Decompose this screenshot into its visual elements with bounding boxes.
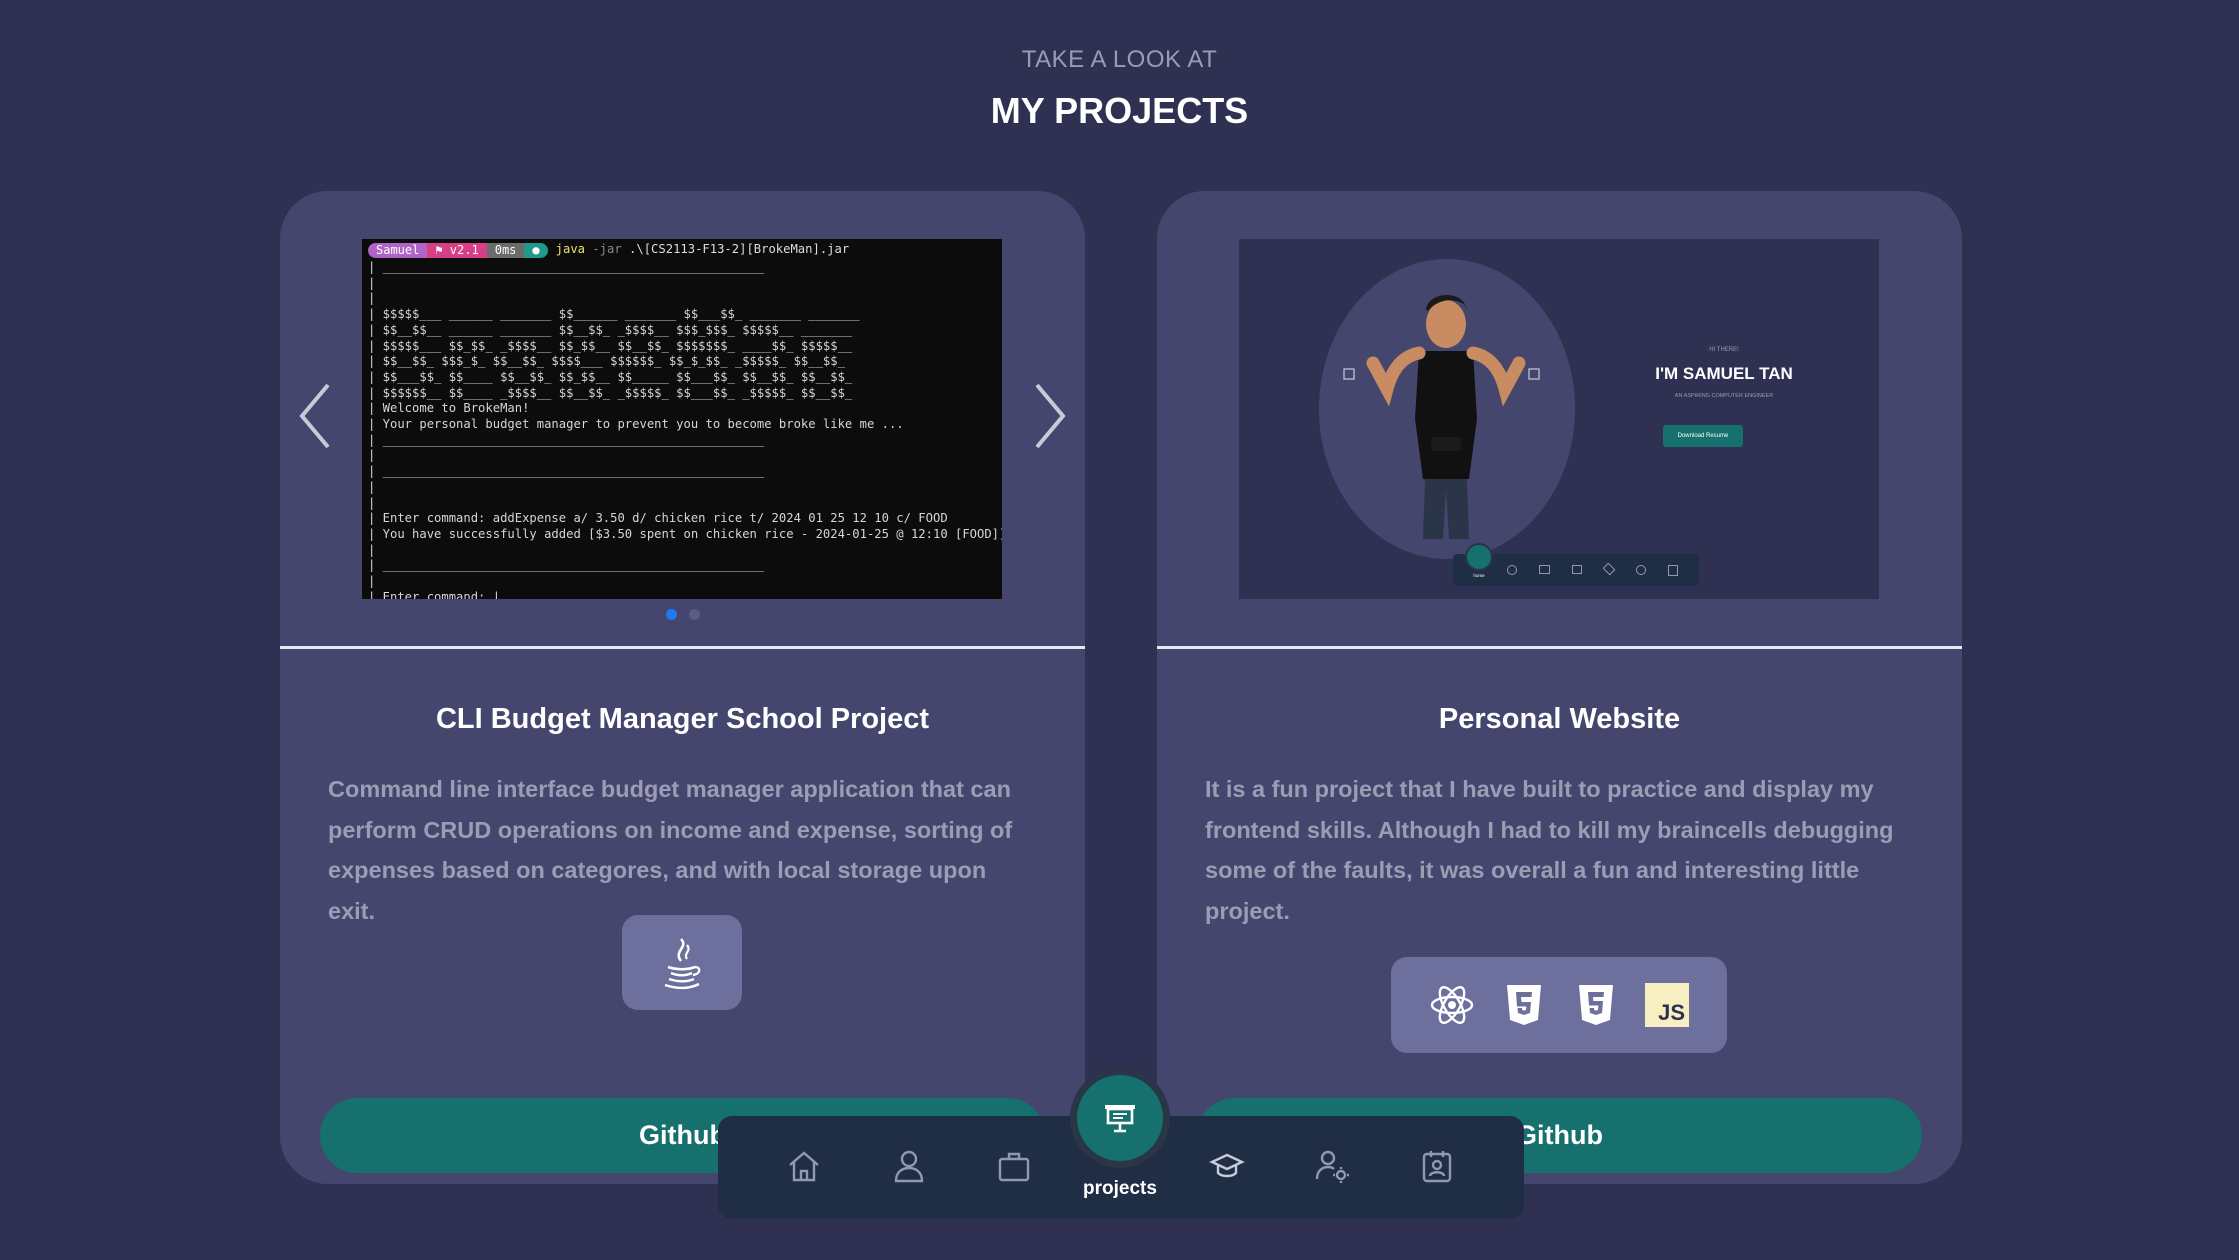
terminal-line: |: [368, 479, 376, 494]
prompt-status: ●: [524, 242, 548, 258]
portrait-illustration: [1319, 259, 1575, 559]
terminal-line: | $$$$$___ ______ _______ $$______ _____…: [368, 307, 860, 322]
preview-greeting: HI THERE!: [1709, 347, 1739, 353]
website-screenshot: HI THERE! I'M SAMUEL TAN AN ASPIRING COM…: [1239, 239, 1879, 599]
preview-settings-icon: [1636, 565, 1646, 575]
terminal-screenshot: Samuel ⚑ v2.1 0ms ● java -jar .\[CS2113-…: [362, 239, 1002, 599]
html5-icon: [1507, 985, 1541, 1025]
project-carousel: Samuel ⚑ v2.1 0ms ● java -jar .\[CS2113-…: [280, 191, 1085, 646]
terminal-line: |: [368, 495, 376, 510]
section-title: MY PROJECTS: [990, 90, 1249, 131]
preview-user-icon: [1507, 565, 1517, 575]
graduation-cap-icon: [1209, 1153, 1245, 1178]
terminal-line: | $$__$$_ $$$_$_ $$__$$_ $$$$___ $$$$$$_…: [368, 354, 845, 369]
java-icon: [664, 937, 701, 989]
terminal-line: |: [368, 448, 376, 463]
tech-stack: JS: [1391, 957, 1727, 1053]
user-settings-icon: [1315, 1150, 1349, 1183]
prompt-option: -jar: [592, 242, 622, 257]
home-icon: [789, 1151, 819, 1182]
briefcase-icon: [998, 1152, 1030, 1182]
project-title: CLI Budget Manager School Project: [435, 703, 930, 735]
prompt-user: Samuel: [368, 242, 428, 258]
preview-home-icon: [1465, 543, 1493, 571]
terminal-line: | ______________________________________…: [368, 260, 765, 274]
card-divider: [280, 646, 1085, 649]
terminal-output: | ______________________________________…: [368, 260, 1002, 599]
nav-experience[interactable]: [994, 1146, 1034, 1186]
react-icon: [1430, 986, 1474, 1024]
preview-contact-icon: [1668, 565, 1678, 576]
preview-nav-items: [1507, 562, 1678, 576]
carousel-dot[interactable]: [688, 609, 700, 620]
terminal-line: | Enter command: |: [368, 589, 501, 599]
preview-role: AN ASPIRING COMPUTER ENGINEER: [1674, 393, 1774, 399]
user-icon: [894, 1150, 924, 1183]
nav-education[interactable]: [1207, 1146, 1247, 1186]
preview-name: I'M SAMUEL TAN: [1655, 364, 1793, 383]
nav-contact[interactable]: [1417, 1146, 1457, 1186]
terminal-line: | $$___$$_ $$____ $$__$$_ $$_$$__ $$____…: [368, 369, 853, 384]
nav-skills[interactable]: [1312, 1146, 1352, 1186]
nav-about[interactable]: [889, 1146, 929, 1186]
terminal-line: |: [368, 542, 376, 557]
preview-nav-label: home: [1473, 573, 1485, 578]
terminal-line: | Welcome to BrokeMan!: [368, 401, 530, 416]
prompt-command: java: [555, 242, 585, 257]
css3-icon: [1579, 985, 1613, 1025]
section-subtitle: TAKE A LOOK AT: [1021, 46, 1218, 73]
carousel-prev-icon[interactable]: [296, 381, 336, 451]
prompt-time: 0ms: [486, 242, 525, 258]
project-preview: HI THERE! I'M SAMUEL TAN AN ASPIRING COM…: [1157, 191, 1962, 646]
carousel-next-icon[interactable]: [1029, 381, 1069, 451]
preview-briefcase-icon: [1539, 565, 1550, 574]
project-card-cli: Samuel ⚑ v2.1 0ms ● java -jar .\[CS2113-…: [280, 191, 1085, 1184]
card-divider: [1157, 646, 1962, 649]
projects-icon: [1105, 1105, 1135, 1133]
terminal-line: |: [368, 275, 376, 290]
preview-download-button: Download Resume: [1663, 425, 1743, 447]
prompt-argument: .\[CS2113-F13-2][BrokeMan].jar: [629, 242, 850, 257]
terminal-line: | You have successfully added [$3.50 spe…: [368, 526, 1002, 541]
nav-projects[interactable]: [1070, 1068, 1170, 1168]
terminal-line: | ______________________________________…: [368, 464, 765, 479]
nav-home[interactable]: [784, 1146, 824, 1186]
preview-projects-icon: [1572, 565, 1582, 574]
terminal-line: | $$__$$__ ______ _______ $$__$$_ _$$$$_…: [368, 322, 853, 337]
carousel-dot[interactable]: [665, 609, 677, 620]
project-description: It is a fun project that I have built to…: [1205, 776, 1894, 924]
terminal-line: | $$$$$$__ $$____ _$$$$__ $$__$$_ _$$$$$…: [368, 385, 853, 400]
contact-icon: [1422, 1151, 1452, 1183]
terminal-line: | Enter command: addExpense a/ 3.50 d/ c…: [368, 511, 948, 526]
terminal-line: | $$$$$___ $$_$$_ _$$$$__ $$_$$__ $$__$$…: [368, 338, 853, 353]
terminal-line: |: [368, 574, 376, 589]
terminal-line: | ______________________________________…: [368, 432, 765, 447]
project-title: Personal Website: [1438, 703, 1681, 735]
prompt-branch: ⚑ v2.1: [427, 242, 487, 258]
javascript-icon: JS: [1645, 983, 1689, 1027]
terminal-line: | ______________________________________…: [368, 558, 765, 573]
preview-cap-icon: [1602, 562, 1616, 576]
nav-active-label: projects: [1083, 1178, 1157, 1199]
project-card-website: HI THERE! I'M SAMUEL TAN AN ASPIRING COM…: [1157, 191, 1962, 1184]
terminal-line: |: [368, 291, 376, 306]
tech-stack: [622, 915, 742, 1010]
project-description: Command line interface budget manager ap…: [328, 776, 1013, 924]
terminal-line: | Your personal budget manager to preven…: [368, 417, 904, 432]
carousel-indicators: [280, 609, 1085, 620]
